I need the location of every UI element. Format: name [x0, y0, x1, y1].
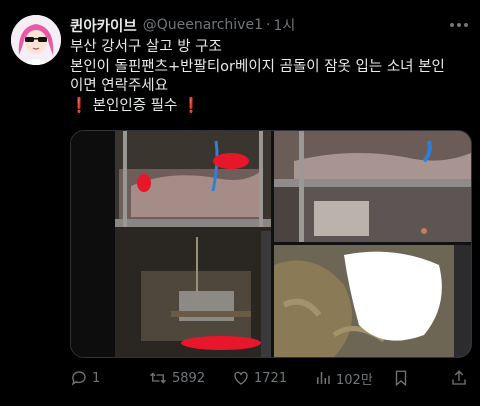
retweet-button[interactable]: 5892: [148, 367, 205, 389]
author-name[interactable]: 퀸아카이브: [70, 15, 137, 36]
retweet-icon: [150, 372, 166, 384]
tweet-header: 퀸아카이브 @Queenarchive1 · 1시: [70, 15, 295, 35]
views-icon: [317, 372, 330, 384]
separator-dot: ·: [266, 17, 271, 33]
alert-text: 본인인증 필수: [92, 97, 178, 114]
like-count: 1721: [254, 370, 288, 386]
media-grid: [70, 130, 472, 358]
photo-bed-sheets[interactable]: [274, 245, 471, 357]
tweet-line: 부산 강서구 살고 방 구조: [70, 39, 222, 55]
avatar-image: [11, 15, 61, 65]
exclamation-icon: ❗: [70, 97, 89, 114]
tweet-line: 이면 연락주세요: [70, 78, 168, 94]
avatar[interactable]: [11, 15, 61, 65]
share-button[interactable]: [450, 367, 472, 389]
exclamation-icon: ❗: [181, 97, 200, 114]
more-icon[interactable]: [448, 17, 470, 33]
timestamp[interactable]: 1시: [273, 15, 295, 35]
views-button[interactable]: 102만: [314, 367, 373, 389]
action-bar: 1 5892 1721 102만: [70, 367, 470, 389]
views-count: 102만: [336, 372, 373, 388]
bookmark-button[interactable]: [392, 367, 414, 389]
like-button[interactable]: 1721: [232, 367, 287, 389]
alert-line: ❗ 본인인증 필수 ❗: [70, 97, 470, 117]
tweet-text: 부산 강서구 살고 방 구조 본인이 돌핀팬츠+반팔티or베이지 곰돌이 잠옷 …: [70, 38, 470, 116]
photo-room-bunkbed[interactable]: [71, 131, 271, 357]
like-icon: [234, 371, 248, 385]
share-icon: [452, 370, 466, 385]
bookmark-icon: [395, 370, 407, 387]
reply-icon: [71, 371, 86, 386]
reply-button[interactable]: 1: [70, 367, 100, 389]
retweet-count: 5892: [172, 370, 206, 386]
reply-count: 1: [92, 370, 101, 386]
tweet-line: 본인이 돌핀팬츠+반팔티or베이지 곰돌이 잠옷 입는 소녀 본인: [70, 58, 445, 75]
author-handle[interactable]: @Queenarchive1: [143, 17, 263, 33]
photo-upper-bunk[interactable]: [274, 131, 471, 242]
